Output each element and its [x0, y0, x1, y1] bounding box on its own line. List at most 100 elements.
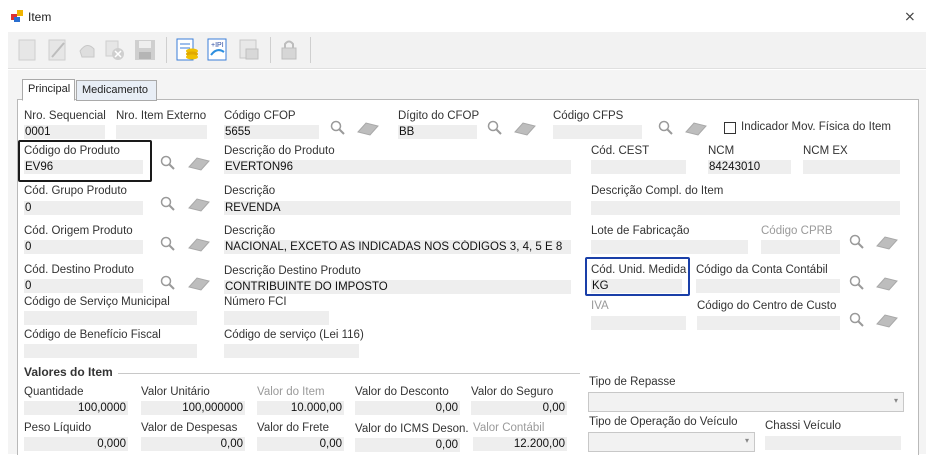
- tipo-operacao-veiculo-select[interactable]: ▾: [588, 432, 755, 452]
- nro-item-externo-label: Nro. Item Externo: [116, 110, 207, 122]
- codigo-cfop-field[interactable]: 5655: [224, 125, 319, 139]
- descricao-destino-label: Descrição Destino Produto: [224, 265, 361, 277]
- ipi-icon[interactable]: +IPI: [205, 37, 231, 63]
- cod-unid-medida-field[interactable]: KG: [591, 279, 682, 293]
- new-document-icon[interactable]: [14, 37, 40, 63]
- valor-desconto-field[interactable]: 0,00: [355, 401, 460, 415]
- descricao-grupo-field[interactable]: REVENDA: [224, 201, 571, 215]
- tipo-operacao-veiculo-label: Tipo de Operação do Veículo: [589, 416, 738, 428]
- tipo-repasse-label: Tipo de Repasse: [589, 376, 676, 388]
- calculate-icon[interactable]: [174, 37, 200, 63]
- search-icon[interactable]: [849, 234, 865, 250]
- search-icon[interactable]: [487, 120, 503, 136]
- valor-icms-deson-field[interactable]: 0,00: [355, 438, 460, 452]
- descricao-compl-label: Descrição Compl. do Item: [591, 185, 724, 197]
- search-icon[interactable]: [849, 275, 865, 291]
- search-icon[interactable]: [160, 275, 176, 291]
- codigo-conta-contabil-label: Código da Conta Contábil: [696, 264, 828, 276]
- codigo-conta-contabil-field[interactable]: [696, 279, 840, 293]
- cod-grupo-produto-label: Cód. Grupo Produto: [24, 185, 127, 197]
- codigo-servico-municipal-label: Código de Serviço Municipal: [24, 296, 170, 308]
- numero-fci-label: Número FCI: [224, 296, 287, 308]
- tab-medicamento[interactable]: Medicamento: [76, 80, 157, 101]
- title-bar: Item ⨯: [0, 0, 933, 32]
- codigo-beneficio-fiscal-field[interactable]: [24, 344, 197, 358]
- numero-fci-field[interactable]: [224, 311, 329, 325]
- codigo-cfps-field[interactable]: [553, 125, 642, 139]
- undo-icon[interactable]: [74, 37, 100, 63]
- valor-frete-label: Valor do Frete: [257, 422, 330, 434]
- eraser-icon[interactable]: [874, 275, 900, 291]
- indicador-mov-checkbox[interactable]: [724, 122, 736, 134]
- ncm-ex-field[interactable]: [803, 160, 900, 174]
- valor-unitario-label: Valor Unitário: [141, 386, 210, 398]
- eraser-icon[interactable]: [512, 120, 538, 136]
- valor-item-field: 10.000,00: [257, 401, 344, 415]
- valor-despesas-field[interactable]: 0,00: [141, 437, 245, 451]
- chassi-veiculo-field[interactable]: [765, 436, 901, 450]
- cod-origem-produto-field[interactable]: 0: [24, 240, 143, 254]
- lock-icon[interactable]: [276, 37, 302, 63]
- nro-item-externo-field[interactable]: [116, 125, 207, 139]
- window-title: Item: [28, 10, 52, 24]
- delete-icon[interactable]: [102, 37, 128, 63]
- edit-icon[interactable]: [44, 37, 70, 63]
- search-icon[interactable]: [160, 155, 176, 171]
- ncm-field[interactable]: 84243010: [708, 160, 791, 174]
- eraser-icon[interactable]: [186, 155, 212, 171]
- chassi-veiculo-label: Chassi Veículo: [765, 420, 842, 432]
- eraser-icon[interactable]: [355, 120, 381, 136]
- close-icon[interactable]: ⨯: [904, 8, 916, 25]
- eraser-icon[interactable]: [186, 196, 212, 212]
- eraser-icon[interactable]: [874, 312, 900, 328]
- descricao-compl-field[interactable]: [591, 201, 900, 215]
- descricao-destino-field[interactable]: CONTRIBUINTE DO IMPOSTO: [224, 280, 571, 294]
- cod-cest-field[interactable]: [591, 160, 686, 174]
- cod-unid-medida-label: Cód. Unid. Medida: [591, 264, 687, 276]
- cod-grupo-produto-field[interactable]: 0: [24, 201, 143, 215]
- tipo-repasse-select[interactable]: ▾: [588, 392, 904, 412]
- quantidade-label: Quantidade: [24, 386, 84, 398]
- codigo-cfps-label: Código CFPS: [553, 110, 624, 122]
- search-icon[interactable]: [160, 196, 176, 212]
- valor-seguro-label: Valor do Seguro: [471, 386, 554, 398]
- ncm-label: NCM: [708, 145, 735, 157]
- codigo-centro-custo-field[interactable]: [697, 316, 840, 330]
- search-icon[interactable]: [160, 236, 176, 252]
- codigo-servico-municipal-field[interactable]: [24, 311, 197, 325]
- codigo-cprb-field[interactable]: [761, 240, 840, 254]
- iva-field[interactable]: [591, 316, 686, 330]
- cod-cest-label: Cód. CEST: [591, 145, 650, 157]
- search-icon[interactable]: [849, 312, 865, 328]
- codigo-beneficio-fiscal-label: Código de Benefício Fiscal: [24, 329, 161, 341]
- nro-sequencial-field[interactable]: 0001: [24, 125, 105, 139]
- search-icon[interactable]: [330, 120, 346, 136]
- lote-fabricacao-field[interactable]: [591, 240, 748, 254]
- peso-liquido-label: Peso Líquido: [24, 422, 92, 434]
- search-icon[interactable]: [658, 120, 674, 136]
- valores-section-title: Valores do Item: [24, 365, 113, 379]
- report-icon[interactable]: [236, 37, 262, 63]
- save-icon[interactable]: [132, 37, 158, 63]
- chevron-down-icon: ▾: [893, 396, 898, 405]
- eraser-icon[interactable]: [186, 275, 212, 291]
- eraser-icon[interactable]: [186, 236, 212, 252]
- peso-liquido-field[interactable]: 0,000: [24, 437, 128, 451]
- valor-frete-field[interactable]: 0,00: [257, 437, 344, 451]
- tab-principal[interactable]: Principal: [22, 79, 75, 101]
- digito-cfop-field[interactable]: BB: [398, 125, 477, 139]
- descricao-origem-field[interactable]: NACIONAL, EXCETO AS INDICADAS NOS CÓDIGO…: [224, 240, 571, 254]
- valor-unitario-field[interactable]: 100,000000: [141, 401, 245, 415]
- ncm-ex-label: NCM EX: [803, 145, 848, 157]
- valor-seguro-field[interactable]: 0,00: [471, 401, 567, 415]
- codigo-produto-field[interactable]: EV96: [24, 160, 143, 174]
- descricao-produto-label: Descrição do Produto: [224, 145, 335, 157]
- cod-destino-produto-label: Cód. Destino Produto: [24, 264, 134, 276]
- codigo-servico-lei116-field[interactable]: [224, 344, 359, 358]
- descricao-produto-field[interactable]: EVERTON96: [224, 160, 571, 174]
- eraser-icon[interactable]: [683, 120, 709, 136]
- toolbar: +IPI: [8, 32, 926, 69]
- cod-destino-produto-field[interactable]: 0: [24, 279, 143, 293]
- quantidade-field[interactable]: 100,0000: [24, 401, 128, 415]
- eraser-icon[interactable]: [874, 234, 900, 250]
